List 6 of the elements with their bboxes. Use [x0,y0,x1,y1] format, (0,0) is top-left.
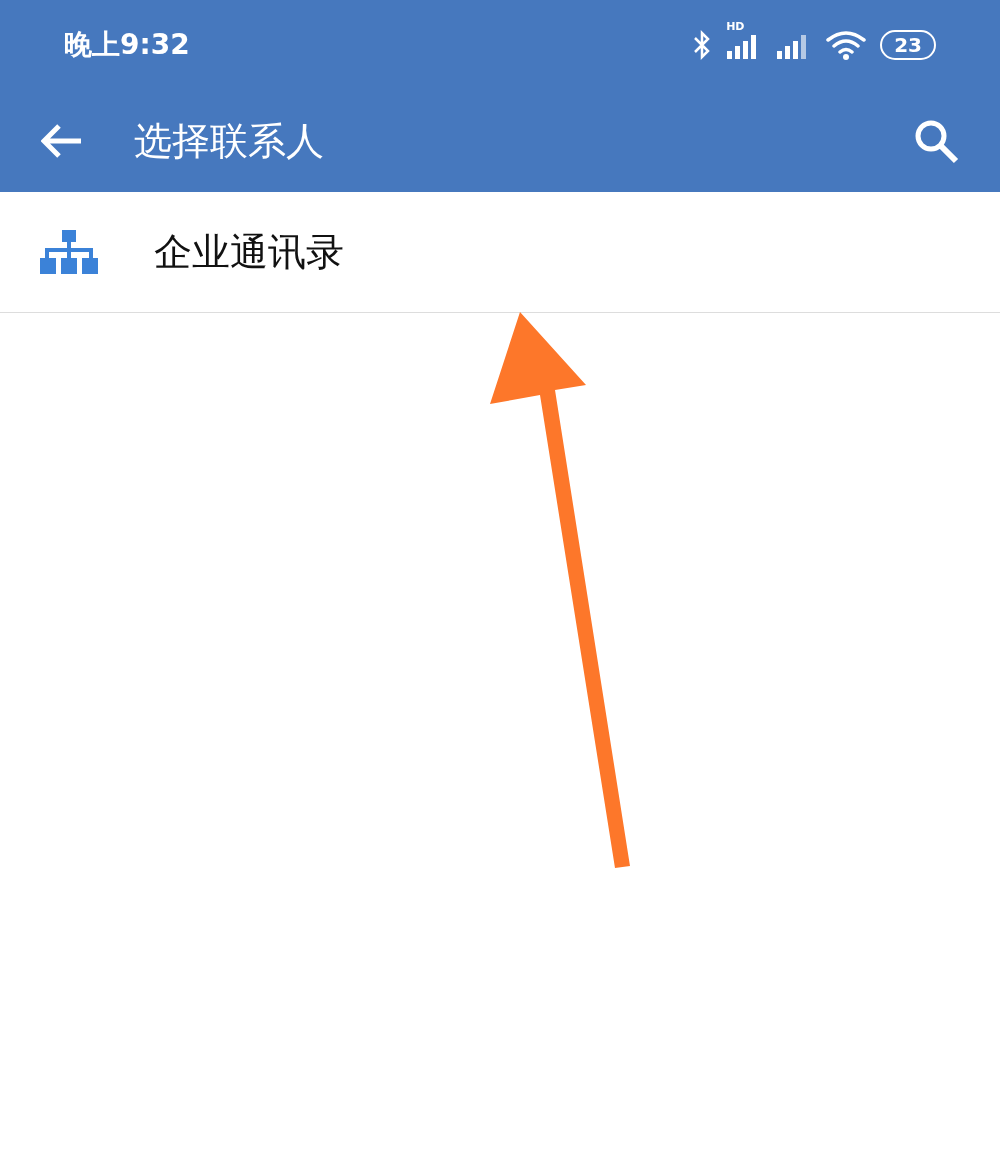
list-item-label: 企业通讯录 [154,228,344,276]
status-time: 晚上9:32 [64,27,190,63]
network-label: HD [726,21,745,32]
list-item[interactable]: 企业通讯录 [0,192,1000,313]
toolbar-title: 选择联系人 [134,117,324,165]
battery-indicator: 23 [880,30,936,60]
